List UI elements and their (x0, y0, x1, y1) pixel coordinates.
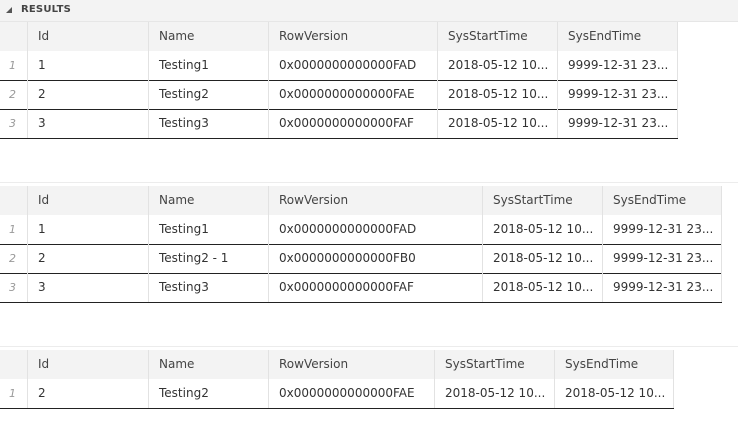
row-number[interactable]: 3 (0, 273, 28, 302)
cell-name[interactable]: Testing3 (149, 273, 269, 302)
grid-header-row: Id Name RowVersion SysStartTime SysEndTime (0, 350, 674, 379)
cell-sysendtime[interactable]: 9999-12-31 23... (603, 215, 722, 244)
cell-id[interactable]: 2 (28, 244, 149, 273)
cell-sysstarttime[interactable]: 2018-05-12 10... (438, 51, 558, 80)
cell-sysendtime[interactable]: 9999-12-31 23... (558, 51, 678, 80)
row-number-header (0, 22, 28, 51)
cell-sysstarttime[interactable]: 2018-05-12 10... (483, 273, 603, 302)
column-header-id[interactable]: Id (28, 186, 149, 215)
row-number-header (0, 186, 28, 215)
cell-sysendtime[interactable]: 2018-05-12 10... (555, 379, 674, 408)
cell-rowversion[interactable]: 0x0000000000000FAD (269, 215, 483, 244)
cell-id[interactable]: 3 (28, 109, 149, 138)
cell-id[interactable]: 3 (28, 273, 149, 302)
grid-separator (0, 346, 738, 347)
cell-id[interactable]: 1 (28, 51, 149, 80)
column-header-id[interactable]: Id (28, 22, 149, 51)
cell-rowversion[interactable]: 0x0000000000000FAE (269, 379, 435, 408)
cell-sysendtime[interactable]: 9999-12-31 23... (603, 244, 722, 273)
cell-id[interactable]: 2 (28, 80, 149, 109)
cell-id[interactable]: 1 (28, 215, 149, 244)
cell-sysstarttime[interactable]: 2018-05-12 10... (483, 244, 603, 273)
row-number[interactable]: 1 (0, 51, 28, 80)
column-header-name[interactable]: Name (149, 350, 269, 379)
grid-separator (0, 182, 738, 183)
row-number[interactable]: 3 (0, 109, 28, 138)
cell-rowversion[interactable]: 0x0000000000000FAD (269, 51, 438, 80)
cell-rowversion[interactable]: 0x0000000000000FAF (269, 273, 483, 302)
column-header-id[interactable]: Id (28, 350, 149, 379)
column-header-sysstarttime[interactable]: SysStartTime (438, 22, 558, 51)
cell-name[interactable]: Testing3 (149, 109, 269, 138)
cell-name[interactable]: Testing2 - 1 (149, 244, 269, 273)
row-number[interactable]: 1 (0, 379, 28, 408)
cell-sysendtime[interactable]: 9999-12-31 23... (603, 273, 722, 302)
cell-rowversion[interactable]: 0x0000000000000FAF (269, 109, 438, 138)
cell-name[interactable]: Testing2 (149, 80, 269, 109)
cell-sysendtime[interactable]: 9999-12-31 23... (558, 109, 678, 138)
cell-name[interactable]: Testing1 (149, 215, 269, 244)
cell-rowversion[interactable]: 0x0000000000000FB0 (269, 244, 483, 273)
row-number[interactable]: 1 (0, 215, 28, 244)
table-row[interactable]: 1 1 Testing1 0x0000000000000FAD 2018-05-12 1… (0, 215, 722, 245)
row-number-header (0, 350, 28, 379)
table-row[interactable]: 1 1 Testing1 0x0000000000000FAD 2018-05-12 1… (0, 51, 678, 81)
table-row[interactable]: 2 2 Testing2 - 1 0x0000000000000FB0 2018-05-… (0, 244, 722, 274)
table-row[interactable]: 1 2 Testing2 0x0000000000000FAE 2018-05-12 1… (0, 379, 674, 409)
table-row[interactable]: 2 2 Testing2 0x0000000000000FAE 2018-05-12 1… (0, 80, 678, 110)
column-header-name[interactable]: Name (149, 22, 269, 51)
cell-name[interactable]: Testing1 (149, 51, 269, 80)
cell-name[interactable]: Testing2 (149, 379, 269, 408)
row-number[interactable]: 2 (0, 244, 28, 273)
grid-header-row: Id Name RowVersion SysStartTime SysEndTime (0, 186, 722, 215)
cell-sysstarttime[interactable]: 2018-05-12 10... (438, 109, 558, 138)
cell-id[interactable]: 2 (28, 379, 149, 408)
column-header-rowversion[interactable]: RowVersion (269, 22, 438, 51)
column-header-rowversion[interactable]: RowVersion (269, 186, 483, 215)
cell-sysstarttime[interactable]: 2018-05-12 10... (435, 379, 555, 408)
column-header-sysstarttime[interactable]: SysStartTime (435, 350, 555, 379)
column-header-sysendtime[interactable]: SysEndTime (555, 350, 674, 379)
column-header-sysendtime[interactable]: SysEndTime (603, 186, 722, 215)
column-header-sysstarttime[interactable]: SysStartTime (483, 186, 603, 215)
column-header-name[interactable]: Name (149, 186, 269, 215)
table-row[interactable]: 3 3 Testing3 0x0000000000000FAF 2018-05-12 1… (0, 109, 678, 139)
results-panel-header[interactable]: RESULTS (0, 0, 738, 22)
cell-sysendtime[interactable]: 9999-12-31 23... (558, 80, 678, 109)
column-header-rowversion[interactable]: RowVersion (269, 350, 435, 379)
results-panel-title: RESULTS (21, 4, 71, 15)
row-number[interactable]: 2 (0, 80, 28, 109)
collapse-caret-icon[interactable] (6, 7, 12, 13)
cell-sysstarttime[interactable]: 2018-05-12 10... (483, 215, 603, 244)
grid-header-row: Id Name RowVersion SysStartTime SysEndTime (0, 22, 678, 51)
table-row[interactable]: 3 3 Testing3 0x0000000000000FAF 2018-05-12 1… (0, 273, 722, 303)
cell-sysstarttime[interactable]: 2018-05-12 10... (438, 80, 558, 109)
column-header-sysendtime[interactable]: SysEndTime (558, 22, 678, 51)
cell-rowversion[interactable]: 0x0000000000000FAE (269, 80, 438, 109)
